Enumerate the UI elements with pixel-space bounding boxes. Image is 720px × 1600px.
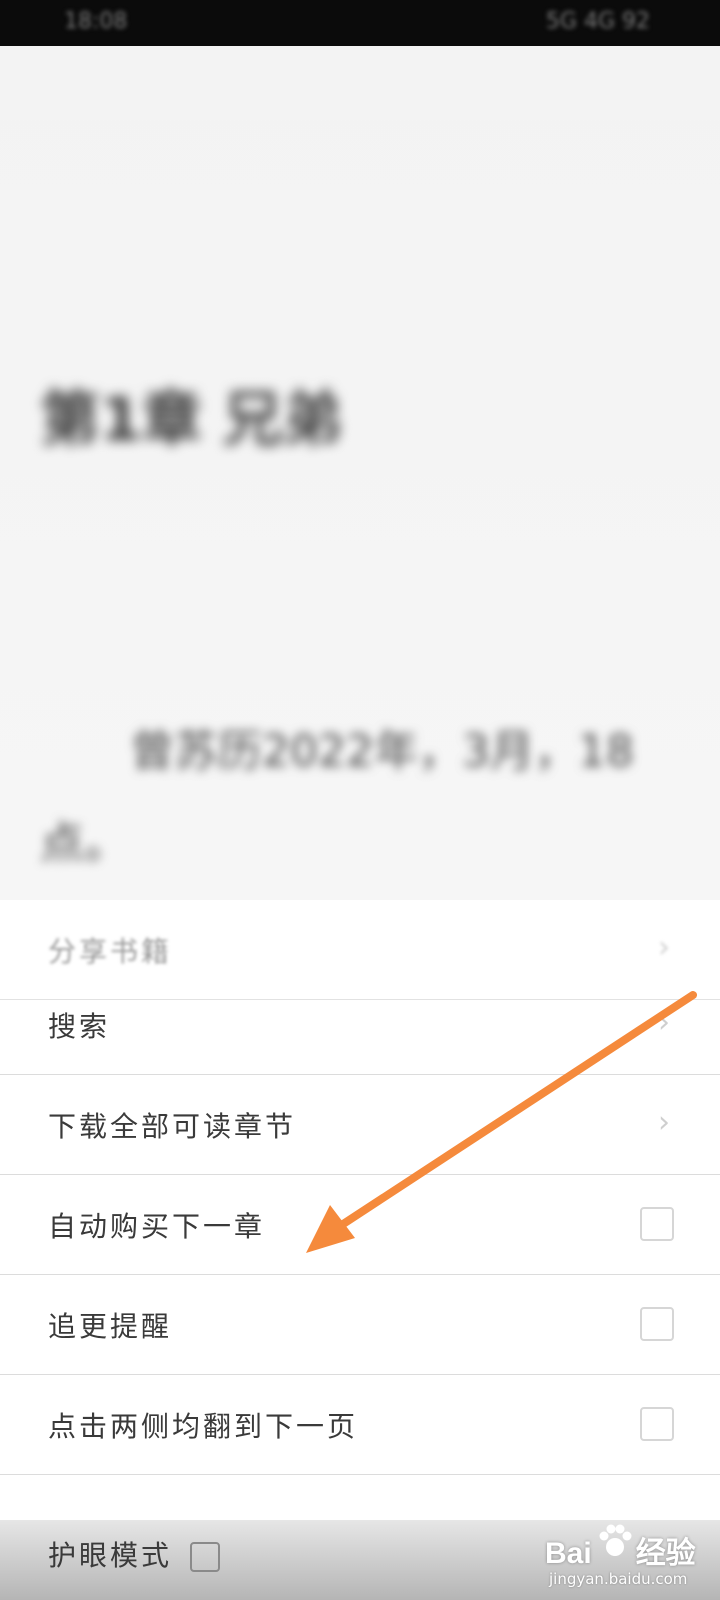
chapter-body-text: 曾苏历2022年，3月，18点。 [40, 726, 634, 869]
paw-icon [599, 1524, 632, 1556]
settings-menu-sheet: 分享书籍 › 搜索 › 下载全部可读章节 › 自动购买下一章 追更提醒 点击两侧… [0, 900, 720, 1600]
auto-buy-checkbox[interactable] [640, 1207, 674, 1241]
menu-item-label: 搜索 [48, 1010, 111, 1043]
baidu-jingyan-watermark: Bai 经验 jingyan.baidu.com [545, 1520, 715, 1600]
chevron-right-icon: › [658, 1105, 670, 1140]
menu-item-update-reminder[interactable]: 追更提醒 [0, 1275, 720, 1375]
eye-protection-checkbox[interactable] [190, 1542, 220, 1572]
watermark-url: jingyan.baidu.com [549, 1570, 688, 1588]
menu-item-search[interactable]: 搜索 › [0, 975, 720, 1075]
status-time: 18:08 [64, 9, 128, 34]
menu-item-label: 下载全部可读章节 [48, 1110, 297, 1143]
chapter-title: 第1章 兄弟 [40, 385, 343, 455]
chevron-right-icon: › [658, 930, 670, 965]
menu-item-download-all[interactable]: 下载全部可读章节 › [0, 1075, 720, 1175]
reader-page[interactable]: 第1章 兄弟 曾苏历2022年，3月，18点。 [0, 46, 720, 900]
status-indicators: 5G 4G 92 [545, 9, 650, 34]
menu-item-auto-buy-next[interactable]: 自动购买下一章 [0, 1175, 720, 1275]
menu-item-label: 追更提醒 [48, 1310, 173, 1343]
menu-item-label: 点击两侧均翻到下一页 [48, 1410, 359, 1443]
status-bar: 18:08 5G 4G 92 [0, 0, 720, 46]
update-reminder-checkbox[interactable] [640, 1307, 674, 1341]
menu-item-label: 自动购买下一章 [48, 1210, 266, 1243]
menu-item-label: 分享书籍 [48, 935, 173, 968]
menu-item-tap-sides-next-page[interactable]: 点击两侧均翻到下一页 [0, 1375, 720, 1475]
chevron-right-icon: › [658, 1005, 670, 1040]
tap-sides-checkbox[interactable] [640, 1407, 674, 1441]
eye-protection-label: 护眼模式 [48, 1539, 173, 1572]
